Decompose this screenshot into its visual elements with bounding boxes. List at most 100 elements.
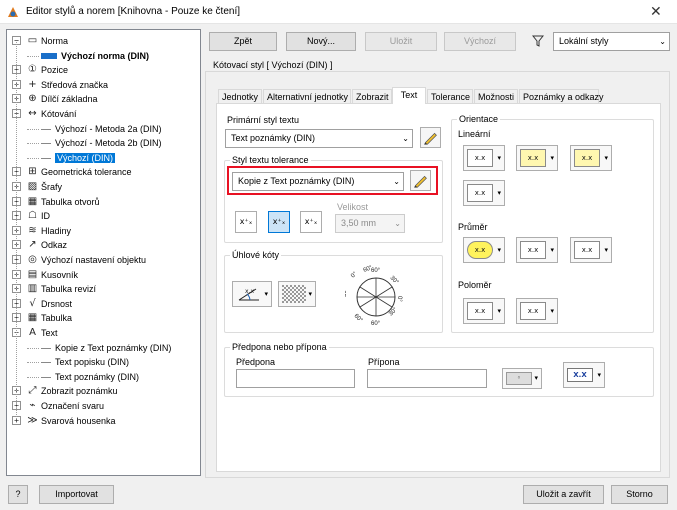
- tree-item[interactable]: Tabulka: [41, 311, 72, 325]
- tab-notes-leaders[interactable]: Poznámky a odkazy: [519, 89, 604, 104]
- tree-expander[interactable]: +: [12, 416, 21, 425]
- tree-item[interactable]: Tabulka otvorů: [41, 195, 100, 209]
- save-button[interactable]: Uložit: [365, 32, 437, 51]
- parts-list-icon: ▤: [27, 269, 38, 280]
- tree-item[interactable]: ID: [41, 209, 50, 223]
- linear-stacked-button[interactable]: x.x ▾: [463, 180, 505, 206]
- dimension-icon: ↔: [28, 108, 37, 119]
- tree-item[interactable]: Dílčí základna: [41, 92, 98, 106]
- tab-options[interactable]: Možnosti: [474, 89, 518, 104]
- linear-aligned-icon: x.x: [520, 149, 546, 167]
- tree-item[interactable]: Výchozí nastavení objektu: [41, 253, 146, 267]
- chevron-down-icon: ⌄: [393, 177, 400, 186]
- tolerance-stacked-button[interactable]: x⁺ₓ: [235, 211, 257, 233]
- tab-alt-units[interactable]: Alternativní jednotky: [263, 89, 351, 104]
- tree-connector: [27, 143, 39, 144]
- chevron-down-icon: ▾: [308, 290, 312, 298]
- chevron-down-icon: ▾: [497, 189, 501, 197]
- tree-item[interactable]: Norma: [41, 34, 68, 48]
- prefix-label: Předpona: [236, 357, 276, 367]
- tolerance-style-select[interactable]: Kopie z Text poznámky (DIN) ⌄: [232, 172, 404, 191]
- linear-horizontal-button[interactable]: x.x ▾: [463, 145, 505, 171]
- tree-item[interactable]: Výchozí - Metoda 2a (DIN): [55, 122, 162, 136]
- tree-item[interactable]: Šrafy: [41, 180, 62, 194]
- filter-select[interactable]: Lokální styly ⌄: [553, 32, 670, 51]
- save-close-button[interactable]: Uložit a zavřít: [523, 485, 604, 504]
- tree-item[interactable]: Kótování: [41, 107, 77, 121]
- tree-item[interactable]: Středová značka: [41, 78, 108, 92]
- angular-dim-icon: x.x: [238, 288, 259, 301]
- tree-connector: [27, 377, 39, 378]
- prefix-input[interactable]: [236, 369, 355, 388]
- new-button[interactable]: Nový...: [286, 32, 356, 51]
- back-button[interactable]: Zpět: [209, 32, 277, 51]
- tree-connector: [27, 348, 39, 349]
- tree-connector: [27, 158, 39, 159]
- angular-orientation-button[interactable]: x.x ▾: [232, 281, 272, 307]
- angle-label: 60°: [353, 313, 364, 324]
- import-button[interactable]: Importovat: [39, 485, 114, 504]
- tree-item-label: Geometrická tolerance: [41, 167, 132, 177]
- tab-tolerance[interactable]: Tolerance: [427, 89, 473, 104]
- diameter-outside-button[interactable]: x.x ▾: [516, 237, 558, 263]
- close-icon[interactable]: ✕: [650, 4, 662, 20]
- edit-tolerance-style-icon[interactable]: [410, 170, 431, 191]
- tree-item[interactable]: Text poznámky (DIN): [55, 370, 139, 384]
- id-icon: ☖: [28, 210, 37, 221]
- diameter-horizontal-button[interactable]: x.x ▾: [570, 237, 612, 263]
- cancel-button[interactable]: Storno: [611, 485, 668, 504]
- tree-item[interactable]: Zobrazit poznámku: [41, 384, 118, 398]
- default-button[interactable]: Výchozí: [444, 32, 516, 51]
- edit-text-style-icon[interactable]: [420, 127, 441, 148]
- style-item-icon: [41, 129, 51, 130]
- tree-item[interactable]: Hladiny: [41, 224, 71, 238]
- tree-item[interactable]: Pozice: [41, 63, 68, 77]
- tree-item[interactable]: Výchozí (DIN): [55, 151, 116, 165]
- tree-item[interactable]: Drsnost: [41, 297, 72, 311]
- linear-stacked-icon: x.x: [467, 184, 493, 202]
- tree-item[interactable]: Text popisku (DIN): [55, 355, 129, 369]
- symbol-button[interactable]: ◦ ▾: [502, 368, 542, 389]
- chevron-down-icon: ▾: [497, 246, 501, 254]
- angular-pattern-button[interactable]: ▾: [278, 281, 316, 307]
- tree-item-label: Odkaz: [41, 240, 68, 250]
- tree-item[interactable]: Geometrická tolerance: [41, 165, 132, 179]
- angle-label: 0°: [396, 296, 402, 302]
- tolerance-center-button[interactable]: x⁺ₓ: [268, 211, 290, 233]
- angle-label: 60°: [371, 321, 381, 327]
- tree-item[interactable]: Odkaz: [41, 238, 67, 252]
- norm-item-icon: [41, 53, 57, 59]
- tab-display[interactable]: Zobrazit: [352, 89, 392, 104]
- size-select[interactable]: 3,50 mm ⌄: [335, 214, 405, 233]
- style-tree[interactable]: − ▭ Norma Výchozí norma (DIN) + ① Pozice + + Stře…: [6, 29, 201, 476]
- leader-icon: ↗: [28, 239, 37, 250]
- tolerance-bottom-button[interactable]: x⁺ₓ: [300, 211, 322, 233]
- style-item-icon: [41, 362, 51, 363]
- size-value: 3,50 mm: [341, 218, 377, 228]
- primary-style-select[interactable]: Text poznámky (DIN) ⌄: [225, 129, 413, 148]
- diameter-inside-button[interactable]: x.x ▾: [463, 237, 505, 263]
- radius-aligned-button[interactable]: x.x ▾: [463, 298, 505, 324]
- linear-aligned-button[interactable]: x.x ▾: [516, 145, 558, 171]
- help-button[interactable]: ?: [8, 485, 28, 504]
- tree-item-label: Norma: [41, 36, 69, 46]
- tree-item[interactable]: Text: [41, 326, 58, 340]
- tree-item[interactable]: Kopie z Text poznámky (DIN): [55, 341, 171, 355]
- text-format-button[interactable]: X.X ▾: [563, 362, 605, 388]
- linear-vertical-button[interactable]: x.x ▾: [570, 145, 612, 171]
- tree-item[interactable]: Tabulka revizí: [41, 282, 96, 296]
- center-mark-icon: +: [28, 79, 37, 90]
- tree-item[interactable]: Kusovník: [41, 268, 78, 282]
- suffix-input[interactable]: [367, 369, 487, 388]
- tree-item[interactable]: Výchozí - Metoda 2b (DIN): [55, 136, 162, 150]
- tree-item[interactable]: Svarová housenka: [41, 414, 116, 428]
- filter-icon[interactable]: [532, 35, 544, 47]
- chevron-down-icon: ⌄: [659, 37, 666, 46]
- radius-horizontal-button[interactable]: x.x ▾: [516, 298, 558, 324]
- tree-item[interactable]: Výchozí norma (DIN): [61, 49, 149, 63]
- tree-item[interactable]: Označení svaru: [41, 399, 104, 413]
- tab-text[interactable]: Text: [392, 87, 426, 104]
- angle-label: 30°: [388, 306, 399, 317]
- tab-units[interactable]: Jednotky: [218, 89, 262, 104]
- style-editor-icon: [8, 7, 18, 17]
